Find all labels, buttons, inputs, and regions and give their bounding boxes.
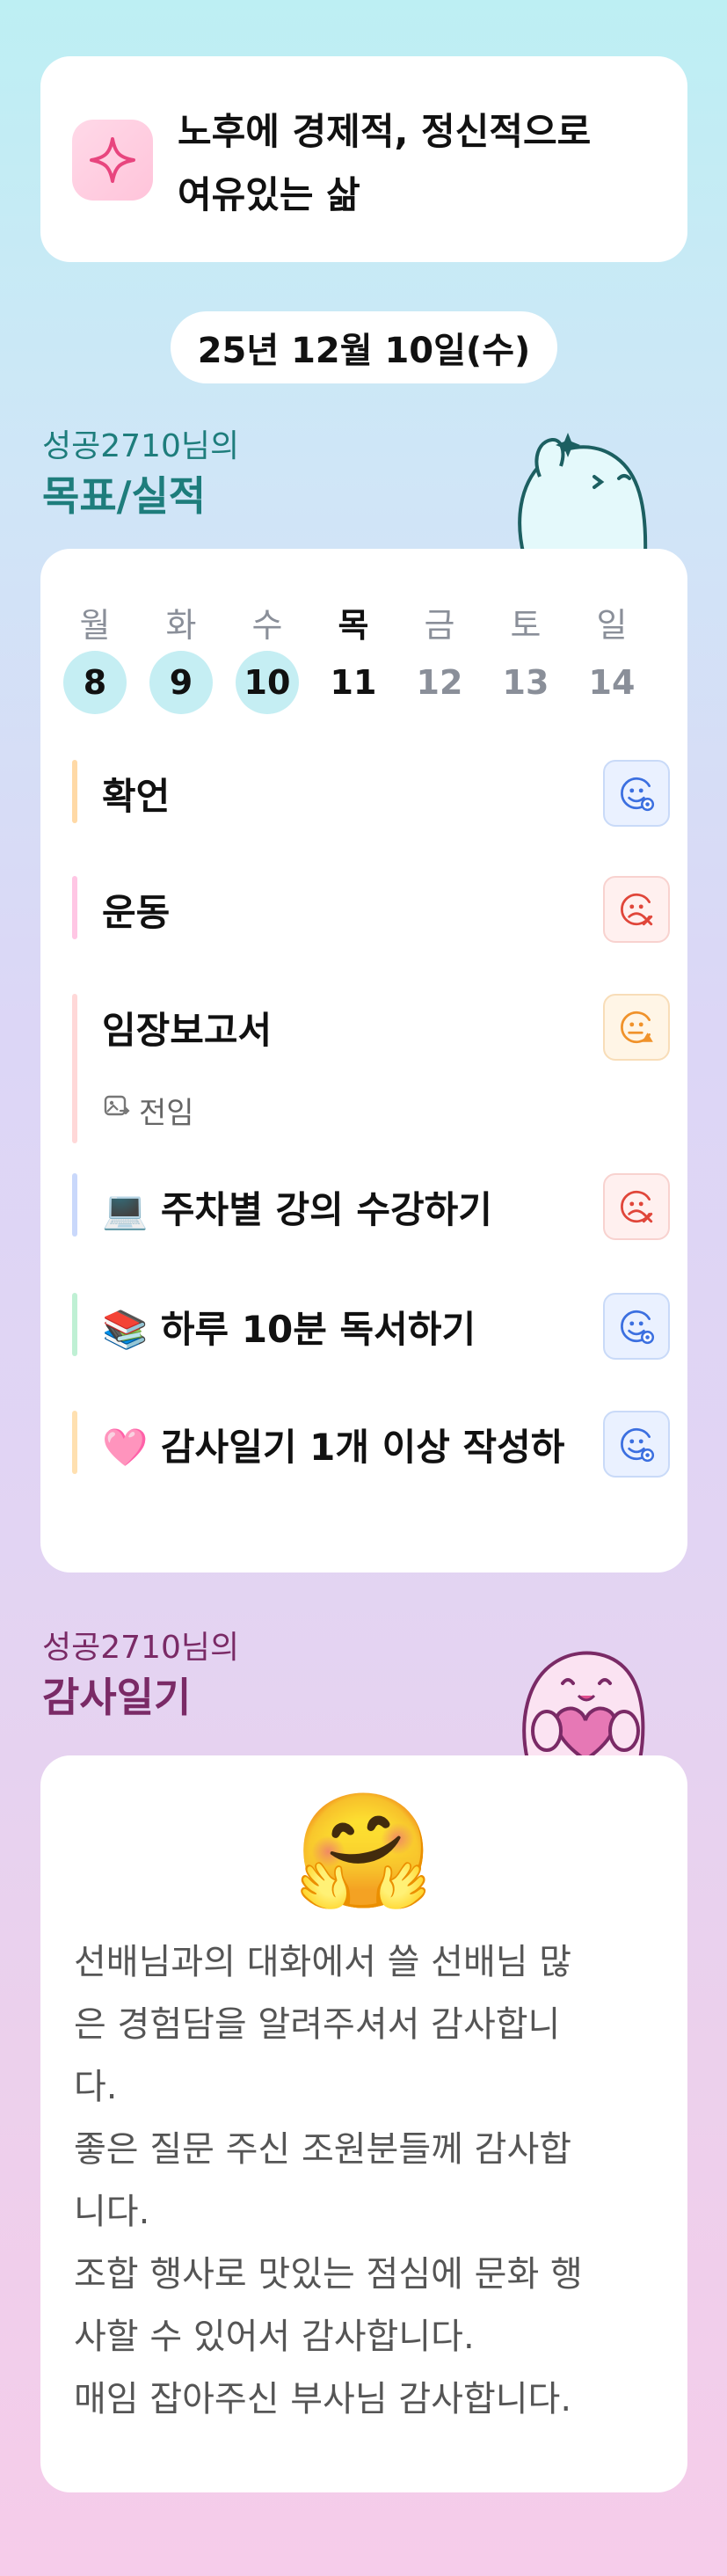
goal-label: 📚 하루 10분 독서하기 <box>102 1308 476 1351</box>
smile-check-icon[interactable] <box>603 1411 670 1478</box>
motto-card[interactable]: 노후에 경제적, 정신적으로 여유있는 삶 <box>40 56 687 262</box>
goal-color-bar <box>72 876 77 939</box>
goal-item[interactable]: 📚 하루 10분 독서하기 <box>72 1293 670 1360</box>
goals-card: 월 8 화 9 수 10 목 11 금 12 토 13 일 14 확언운동임장보고서전임 💻 주차별 강의 … <box>40 549 687 1573</box>
smile-check-icon[interactable] <box>603 760 670 827</box>
date-8[interactable]: 8 <box>63 651 127 714</box>
goal-label: 임장보고서 <box>102 1009 273 1052</box>
date-9[interactable]: 9 <box>149 651 213 714</box>
weekday-label: 월 <box>79 606 111 645</box>
goal-note-text: 전임 <box>139 1096 194 1131</box>
date-12[interactable]: 12 <box>408 651 471 714</box>
gratitude-section-user: 성공2710님의 <box>42 1630 240 1666</box>
date-pill[interactable]: 25년 12월 10일(수) <box>171 311 557 383</box>
goal-item[interactable]: 🩷 감사일기 1개 이상 작성하 <box>72 1411 670 1478</box>
goal-label: 운동 <box>102 891 171 934</box>
weekday-label: 목 <box>338 606 369 645</box>
weekday-label: 수 <box>251 606 283 645</box>
goal-item[interactable]: 운동 <box>72 876 670 943</box>
date-13[interactable]: 13 <box>494 651 557 714</box>
goals-section-title: 목표/실적 <box>42 472 207 520</box>
share-image-icon <box>102 1091 132 1129</box>
mascot-illustration <box>506 424 656 558</box>
goals-section-user: 성공2710님의 <box>42 428 240 464</box>
goal-note: 전임 <box>102 1089 194 1132</box>
hugging-emoji-icon: 🤗 <box>294 1786 434 1917</box>
gratitude-card[interactable]: 🤗 선배님과의 대화에서 쓸 선배님 많 은 경험담을 알려주셔서 감사합니 다… <box>40 1755 687 2492</box>
weekday-label: 화 <box>165 606 197 645</box>
frown-x-icon[interactable] <box>603 876 670 943</box>
goal-item[interactable]: 💻 주차별 강의 수강하기 <box>72 1173 670 1240</box>
goal-label: 💻 주차별 강의 수강하기 <box>102 1188 492 1231</box>
date-14[interactable]: 14 <box>580 651 643 714</box>
sparkle-icon <box>72 120 153 201</box>
date-11[interactable]: 11 <box>322 651 385 714</box>
gratitude-section-title: 감사일기 <box>42 1674 192 1721</box>
goal-item[interactable]: 임장보고서전임 <box>72 994 670 1143</box>
motto-text: 노후에 경제적, 정신적으로 여유있는 삶 <box>178 110 592 216</box>
goal-item[interactable]: 확언 <box>72 760 670 827</box>
date-10[interactable]: 10 <box>236 651 299 714</box>
smile-check-icon[interactable] <box>603 1293 670 1360</box>
weekday-label: 금 <box>424 606 455 645</box>
gratitude-text: 선배님과의 대화에서 쓸 선배님 많 은 경험담을 알려주셔서 감사합니 다. … <box>74 1942 583 2419</box>
frown-x-icon[interactable] <box>603 1173 670 1240</box>
goal-color-bar <box>72 1411 77 1474</box>
goal-color-bar <box>72 760 77 823</box>
heart-mascot-illustration <box>501 1632 659 1762</box>
weekday-label: 토 <box>510 606 542 645</box>
meh-warning-icon[interactable] <box>603 994 670 1061</box>
goal-label: 확언 <box>102 775 171 818</box>
goal-color-bar <box>72 994 77 1143</box>
goal-label: 🩷 감사일기 1개 이상 작성하 <box>102 1426 565 1469</box>
goal-color-bar <box>72 1293 77 1356</box>
weekday-label: 일 <box>596 606 628 645</box>
goal-color-bar <box>72 1173 77 1237</box>
